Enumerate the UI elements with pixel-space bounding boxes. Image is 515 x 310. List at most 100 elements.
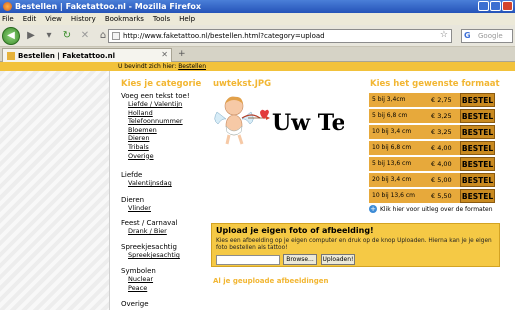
category-link[interactable]: Holland (128, 109, 190, 118)
price-row: 10 bij 6,8 cm € 4,00 BESTEL (369, 141, 495, 155)
search-placeholder: Google (478, 32, 503, 40)
upload-title: Upload je eigen foto of afbeelding! (216, 226, 374, 235)
category-link[interactable]: Liefde / Valentijn (128, 100, 190, 109)
category-group-sprookjes: Spreekjesachtig Spreekjesachtig (121, 243, 180, 260)
category-group-feest: Feest / Carnaval Drank / Bier (121, 219, 178, 236)
menu-history[interactable]: History (71, 15, 96, 23)
category-group-liefde: Liefde Valentijnsdag (121, 171, 172, 188)
menu-tools[interactable]: Tools (153, 15, 170, 23)
price-row: 5 bij 3,4cm € 2,75 BESTEL (369, 93, 495, 107)
breadcrumb-prefix: U bevindt zich hier: (118, 63, 177, 70)
category-title[interactable]: Spreekjesachtig (121, 243, 180, 251)
tattoo-text: Uw Tekst (272, 110, 344, 136)
price-row: 10 bij 13,6 cm € 5,50 BESTEL (369, 189, 495, 203)
category-title[interactable]: Voeg een tekst toe! (121, 92, 190, 100)
page-content: U bevindt zich hier: Bestellen Kies je c… (0, 62, 515, 310)
category-link[interactable]: Valentijnsdag (128, 179, 172, 188)
menu-bookmarks[interactable]: Bookmarks (105, 15, 144, 23)
menu-view[interactable]: View (45, 15, 62, 23)
bestel-button[interactable]: BESTEL (460, 173, 495, 187)
address-url: http://www.faketattoo.nl/bestellen.html?… (123, 32, 325, 40)
left-decoration (0, 71, 110, 310)
category-title[interactable]: Symbolen (121, 267, 156, 275)
bestel-button[interactable]: BESTEL (460, 125, 495, 139)
category-link[interactable]: Drank / Bier (128, 227, 178, 236)
category-link[interactable]: Spreekjesachtig (128, 251, 180, 260)
search-box[interactable]: G Google (461, 29, 513, 43)
price-value: € 2,75 (431, 96, 452, 104)
firefox-icon (3, 2, 12, 11)
window-title: Bestellen | Faketattoo.nl - Mozilla Fire… (15, 2, 202, 11)
upload-description: Kies een afbeelding op je eigen computer… (216, 238, 492, 251)
category-group-overige: Overige (121, 300, 149, 308)
category-group-text: Voeg een tekst toe! Liefde / Valentijn H… (121, 92, 190, 160)
menu-help[interactable]: Help (179, 15, 195, 23)
category-link[interactable]: Nuclear (128, 275, 156, 284)
new-tab-button[interactable]: + (178, 49, 186, 59)
tab-bestellen[interactable]: Bestellen | Faketattoo.nl ✕ (2, 48, 172, 62)
window-controls (478, 1, 513, 11)
formats-help-link[interactable]: + Klik hier voor uitleg over de formaten (369, 205, 493, 213)
price-row: 5 bij 13,6 cm € 4,00 BESTEL (369, 157, 495, 171)
title-bar: Bestellen | Faketattoo.nl - Mozilla Fire… (0, 0, 515, 13)
site-favicon-icon (112, 32, 120, 40)
category-title[interactable]: Liefde (121, 171, 172, 179)
price-value: € 3,25 (431, 128, 452, 136)
tab-favicon-icon (7, 51, 15, 60)
price-size: 5 bij 6,8 cm (372, 112, 408, 119)
menu-file[interactable]: File (2, 15, 14, 23)
price-size: 10 bij 6,8 cm (372, 144, 412, 151)
category-link[interactable]: Vlinder (128, 204, 151, 213)
close-tab-icon[interactable]: ✕ (161, 50, 168, 59)
bookmark-star-icon[interactable]: ☆ (440, 30, 448, 40)
bestel-button[interactable]: BESTEL (460, 109, 495, 123)
reload-icon[interactable]: ↻ (60, 29, 74, 43)
category-link[interactable]: Peace (128, 284, 156, 293)
category-title[interactable]: Dieren (121, 196, 151, 204)
tab-title: Bestellen | Faketattoo.nl (18, 51, 116, 60)
browse-button[interactable]: Browse... (283, 254, 317, 265)
stop-icon[interactable]: ✕ (78, 29, 92, 43)
maximize-button[interactable] (490, 1, 501, 11)
minimize-button[interactable] (478, 1, 489, 11)
back-button[interactable]: ◀ (2, 26, 20, 45)
uploaded-images-heading: Al je geuploade afbeeldingen (213, 277, 329, 285)
tattoo-preview-image: Uw Tekst (214, 96, 344, 145)
history-dropdown-icon[interactable]: ▾ (42, 29, 56, 43)
upload-panel: Upload je eigen foto of afbeelding! Kies… (211, 223, 500, 267)
category-link[interactable]: Dieren (128, 134, 190, 143)
breadcrumb-current[interactable]: Bestellen (178, 63, 206, 70)
tab-bar: Bestellen | Faketattoo.nl ✕ + (0, 47, 515, 62)
upload-button[interactable]: Uploaden! (321, 254, 355, 265)
menu-bar: File Edit View History Bookmarks Tools H… (0, 13, 515, 25)
close-window-button[interactable] (502, 1, 513, 11)
menu-edit[interactable]: Edit (23, 15, 37, 23)
category-group-dieren: Dieren Vlinder (121, 196, 151, 213)
price-size: 20 bij 3,4 cm (372, 176, 412, 183)
breadcrumb: U bevindt zich hier: Bestellen (0, 62, 515, 71)
navigation-bar: ◀ ▶ ▾ ↻ ✕ ⌂ http://www.faketattoo.nl/bes… (0, 25, 515, 47)
forward-button[interactable]: ▶ (24, 29, 38, 43)
category-title[interactable]: Feest / Carnaval (121, 219, 178, 227)
price-size: 5 bij 13,6 cm (372, 160, 412, 167)
plus-icon: + (369, 205, 377, 213)
price-value: € 4,00 (431, 144, 452, 152)
formats-heading: Kies het gewenste formaat (370, 79, 500, 89)
bestel-button[interactable]: BESTEL (460, 157, 495, 171)
bestel-button[interactable]: BESTEL (460, 93, 495, 107)
category-link[interactable]: Bloemen (128, 126, 190, 135)
price-value: € 5,50 (431, 192, 452, 200)
address-bar[interactable]: http://www.faketattoo.nl/bestellen.html?… (108, 29, 452, 43)
category-title[interactable]: Overige (121, 300, 149, 308)
price-value: € 4,00 (431, 160, 452, 168)
price-size: 10 bij 13,6 cm (372, 192, 416, 199)
category-link[interactable]: Overige (128, 152, 190, 161)
bestel-button[interactable]: BESTEL (460, 141, 495, 155)
category-heading: Kies je categorie (121, 79, 202, 89)
price-value: € 3,25 (431, 112, 452, 120)
category-link[interactable]: Tribals (128, 143, 190, 152)
bestel-button[interactable]: BESTEL (460, 189, 495, 203)
file-path-input[interactable] (216, 255, 280, 265)
category-link[interactable]: Telefoonnummer (128, 117, 190, 126)
price-row: 5 bij 6,8 cm € 3,25 BESTEL (369, 109, 495, 123)
